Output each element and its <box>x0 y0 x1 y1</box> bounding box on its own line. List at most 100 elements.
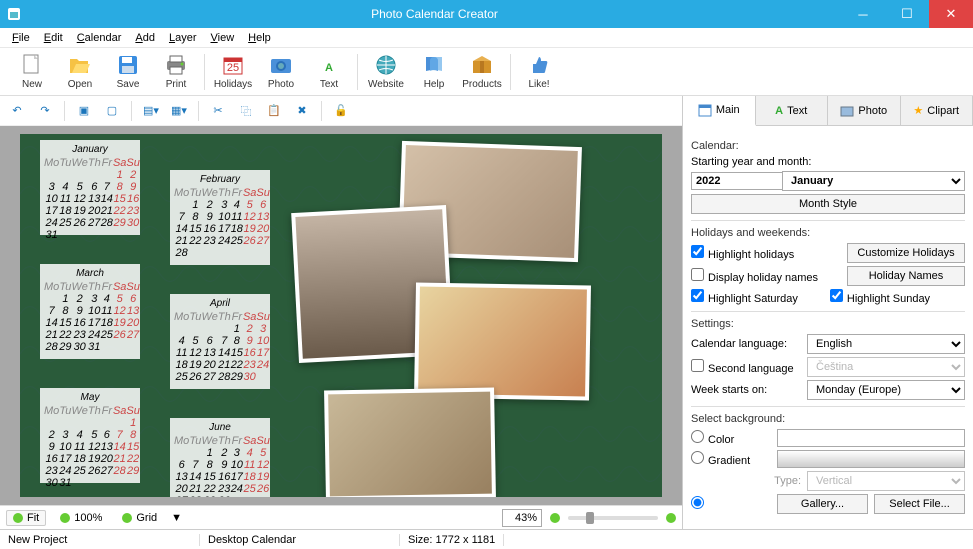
cut-button[interactable]: ✂ <box>207 100 229 122</box>
month-may[interactable]: MayMoTuWeThFrSaSu12345678910111213141516… <box>40 388 140 483</box>
menu-edit[interactable]: Edit <box>38 30 69 46</box>
calendar-canvas[interactable]: JanuaryMoTuWeThFrSaSu1234567891011121314… <box>20 134 662 497</box>
zoom-in-icon[interactable] <box>666 513 676 523</box>
month-june[interactable]: JuneMoTuWeThFrSaSu1234567891011121314151… <box>170 418 270 497</box>
status-bar: New Project Desktop Calendar Size: 1772 … <box>0 529 973 549</box>
property-tabs: Main AText Photo ★Clipart <box>683 96 973 126</box>
gradient-type-select: Vertical <box>807 471 965 491</box>
center-button[interactable]: ▦▾ <box>168 100 190 122</box>
bring-front-button[interactable]: ▣ <box>73 100 95 122</box>
lock-button[interactable]: 🔓 <box>330 100 352 122</box>
main-panel: Calendar: Starting year and month: ▲▼ Ja… <box>683 126 973 529</box>
zoom-bar: Fit 100% Grid▼ <box>0 505 682 529</box>
month-february[interactable]: FebruaryMoTuWeThFrSaSu123456789101112131… <box>170 170 270 265</box>
maximize-button[interactable]: ☐ <box>885 0 929 28</box>
photo-3[interactable] <box>414 282 591 400</box>
second-language-checkbox[interactable]: Second language <box>691 359 801 375</box>
new-button[interactable]: New <box>8 49 56 95</box>
month-style-button[interactable]: Month Style <box>691 194 965 214</box>
paste-button[interactable]: 📋 <box>263 100 285 122</box>
app-icon <box>0 6 28 22</box>
delete-button[interactable]: ✖ <box>291 100 313 122</box>
redo-button[interactable]: ↷ <box>34 100 56 122</box>
toolbar-sep <box>510 54 511 90</box>
align-button[interactable]: ▤▾ <box>140 100 162 122</box>
calendar-section-label: Calendar: <box>691 140 965 152</box>
gallery-button[interactable]: Gallery... <box>777 494 868 514</box>
like-button[interactable]: Like! <box>515 49 563 95</box>
month-january[interactable]: JanuaryMoTuWeThFrSaSu1234567891011121314… <box>40 140 140 235</box>
language-select[interactable]: English <box>807 334 965 354</box>
text-button[interactable]: AText <box>305 49 353 95</box>
open-button[interactable]: Open <box>56 49 104 95</box>
menu-view[interactable]: View <box>205 30 241 46</box>
menu-file[interactable]: File <box>6 30 36 46</box>
menu-calendar[interactable]: Calendar <box>71 30 128 46</box>
settings-section-label: Settings: <box>691 318 965 330</box>
photo-button[interactable]: Photo <box>257 49 305 95</box>
starting-label: Starting year and month: <box>691 156 965 168</box>
toolbar-sep <box>357 54 358 90</box>
status-size: Size: 1772 x 1181 <box>400 534 504 546</box>
year-input[interactable]: ▲▼ <box>691 172 776 190</box>
month-april[interactable]: AprilMoTuWeThFrSaSu123456789101112131415… <box>170 294 270 389</box>
gradient-swatch[interactable] <box>777 450 965 468</box>
background-section-label: Select background: <box>691 413 965 425</box>
customize-holidays-button[interactable]: Customize Holidays <box>847 243 965 263</box>
canvas-pane: ↶ ↷ ▣ ▢ ▤▾ ▦▾ ✂ ⿻ 📋 ✖ 🔓 JanuaryMoTuWeThF… <box>0 96 683 529</box>
zoom-fit-button[interactable]: Fit <box>6 510 46 526</box>
gradient-type-label: Type: <box>691 475 801 487</box>
tab-text[interactable]: AText <box>756 96 829 125</box>
menu-help[interactable]: Help <box>242 30 277 46</box>
toolbar-sep <box>204 54 205 90</box>
zoom-out-icon[interactable] <box>550 513 560 523</box>
minimize-button[interactable]: ─ <box>841 0 885 28</box>
language-label: Calendar language: <box>691 338 801 350</box>
week-starts-label: Week starts on: <box>691 384 801 396</box>
zoom-100-button[interactable]: 100% <box>54 511 108 525</box>
holidays-button[interactable]: 25Holidays <box>209 49 257 95</box>
photo-4[interactable] <box>324 388 496 497</box>
status-project: New Project <box>0 534 200 546</box>
second-language-select: Čeština <box>807 357 965 377</box>
window-title: Photo Calendar Creator <box>28 7 841 21</box>
highlight-holidays-checkbox[interactable]: Highlight holidays <box>691 245 794 261</box>
tab-photo[interactable]: Photo <box>828 96 901 125</box>
week-starts-select[interactable]: Monday (Europe) <box>807 380 965 400</box>
grid-toggle[interactable]: Grid▼ <box>116 511 188 525</box>
bg-image-radio[interactable] <box>691 496 771 512</box>
select-file-button[interactable]: Select File... <box>874 494 965 514</box>
print-button[interactable]: Print <box>152 49 200 95</box>
color-swatch[interactable] <box>777 429 965 447</box>
website-button[interactable]: Website <box>362 49 410 95</box>
month-select[interactable]: January <box>782 171 965 191</box>
zoom-input[interactable] <box>502 509 542 527</box>
display-names-checkbox[interactable]: Display holiday names <box>691 268 818 284</box>
holidays-section-label: Holidays and weekends: <box>691 227 965 239</box>
holiday-names-button[interactable]: Holiday Names <box>847 266 965 286</box>
tab-main[interactable]: Main <box>683 96 756 126</box>
properties-pane: Main AText Photo ★Clipart Calendar: Star… <box>683 96 973 529</box>
send-back-button[interactable]: ▢ <box>101 100 123 122</box>
main-toolbar: New Open Save Print 25Holidays Photo ATe… <box>0 48 973 96</box>
undo-button[interactable]: ↶ <box>6 100 28 122</box>
highlight-sunday-checkbox[interactable]: Highlight Sunday <box>830 289 930 305</box>
zoom-slider[interactable] <box>568 516 658 520</box>
canvas-toolbar: ↶ ↷ ▣ ▢ ▤▾ ▦▾ ✂ ⿻ 📋 ✖ 🔓 <box>0 96 682 126</box>
save-button[interactable]: Save <box>104 49 152 95</box>
copy-button[interactable]: ⿻ <box>235 100 257 122</box>
highlight-saturday-checkbox[interactable]: Highlight Saturday <box>691 289 798 305</box>
month-march[interactable]: MarchMoTuWeThFrSaSu123456789101112131415… <box>40 264 140 359</box>
titlebar: Photo Calendar Creator ─ ☐ ✕ <box>0 0 973 28</box>
menu-add[interactable]: Add <box>129 30 161 46</box>
tab-clipart[interactable]: ★Clipart <box>901 96 973 125</box>
help-button[interactable]: Help <box>410 49 458 95</box>
bg-gradient-radio[interactable]: Gradient <box>691 451 771 467</box>
close-button[interactable]: ✕ <box>929 0 973 28</box>
window-buttons: ─ ☐ ✕ <box>841 0 973 28</box>
products-button[interactable]: Products <box>458 49 506 95</box>
svg-text:A: A <box>325 62 333 74</box>
main-area: ↶ ↷ ▣ ▢ ▤▾ ▦▾ ✂ ⿻ 📋 ✖ 🔓 JanuaryMoTuWeThF… <box>0 96 973 529</box>
bg-color-radio[interactable]: Color <box>691 430 771 446</box>
menu-layer[interactable]: Layer <box>163 30 203 46</box>
